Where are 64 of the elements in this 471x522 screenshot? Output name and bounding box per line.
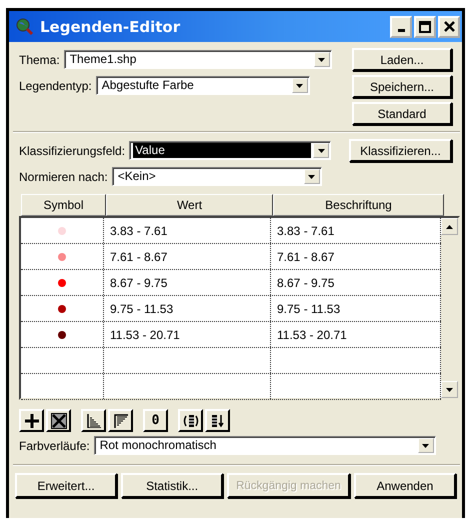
legend-type-dropdown[interactable]: Abgestufte Farbe bbox=[96, 76, 310, 95]
classify-button[interactable]: Klassifizieren... bbox=[349, 139, 452, 162]
normalize-dropdown[interactable]: <Kein> bbox=[112, 167, 322, 186]
symbol-dot-icon bbox=[58, 330, 66, 338]
zero-button[interactable]: 0 bbox=[143, 409, 168, 432]
maximize-button[interactable] bbox=[414, 16, 436, 38]
color-ramp-dropdown[interactable]: Rot monochromatisch bbox=[94, 436, 436, 455]
table-cell: 9.75 - 11.53 bbox=[277, 302, 340, 316]
scrollbar[interactable] bbox=[441, 218, 458, 398]
table-cell: 7.61 - 8.67 bbox=[277, 250, 334, 264]
side-button[interactable]: Speichern... bbox=[352, 75, 452, 98]
table-cell: 7.61 - 8.67 bbox=[110, 250, 168, 264]
close-button[interactable] bbox=[438, 16, 460, 38]
symbol-dot-icon bbox=[58, 304, 66, 312]
sort-descending-button[interactable] bbox=[108, 409, 133, 432]
symbol-dot-icon bbox=[58, 252, 66, 260]
table-cell: 11.53 - 20.71 bbox=[110, 328, 180, 342]
close-icon bbox=[444, 21, 454, 32]
dropdown-arrow-icon bbox=[318, 58, 326, 62]
hatched-x-icon bbox=[50, 412, 66, 428]
minimize-button[interactable] bbox=[390, 16, 412, 38]
table-cell: 3.83 - 7.61 bbox=[110, 224, 168, 238]
table-cell: 11.53 - 20.71 bbox=[277, 328, 347, 342]
dialog-button[interactable]: Statistik... bbox=[121, 473, 224, 498]
symbol-dot-icon bbox=[58, 278, 66, 286]
minimize-icon bbox=[398, 29, 404, 32]
field-label: Normieren nach: bbox=[19, 170, 108, 184]
side-button[interactable]: Standard bbox=[352, 102, 452, 125]
dropdown-arrow-icon bbox=[422, 444, 430, 448]
reverse-button[interactable] bbox=[178, 409, 203, 432]
theme-dropdown[interactable]: Theme1.shp bbox=[64, 50, 332, 69]
table-cell: 8.67 - 9.75 bbox=[277, 276, 334, 290]
side-button[interactable]: Laden... bbox=[352, 48, 452, 71]
plus-icon bbox=[24, 414, 38, 428]
window-title: Legenden-Editor bbox=[40, 18, 182, 36]
field-label: Legendentyp: bbox=[19, 78, 92, 92]
field-sort-icon bbox=[210, 414, 224, 428]
symbol-dot-icon bbox=[58, 226, 66, 234]
dropdown-arrow-icon bbox=[308, 174, 316, 178]
column-header[interactable]: Wert bbox=[106, 194, 273, 216]
ascending-bars-icon bbox=[86, 414, 100, 428]
scroll-up-icon bbox=[446, 224, 453, 228]
sort-field-button[interactable] bbox=[205, 409, 230, 432]
descending-bars-icon bbox=[114, 414, 128, 428]
column-header[interactable]: Beschriftung bbox=[273, 194, 444, 216]
table-cell: 3.83 - 7.61 bbox=[277, 224, 334, 238]
dropdown-arrow-icon bbox=[318, 148, 325, 152]
dialog-button[interactable]: Erweitert... bbox=[15, 473, 118, 498]
globe-magnifier-icon bbox=[16, 18, 34, 36]
field-label: Thema: bbox=[19, 52, 60, 66]
field-label: Farbverläufe: bbox=[19, 438, 90, 452]
reverse-order-icon bbox=[182, 414, 200, 428]
scroll-down-icon bbox=[446, 388, 453, 392]
dropdown-arrow-icon bbox=[296, 84, 304, 88]
column-header[interactable]: Symbol bbox=[21, 194, 106, 216]
maximize-icon bbox=[419, 20, 431, 32]
field-label: Klassifizierungsfeld: bbox=[19, 144, 126, 158]
sort-ascending-button[interactable] bbox=[81, 409, 106, 432]
table-cell: 9.75 - 11.53 bbox=[110, 302, 174, 316]
delete-button[interactable] bbox=[46, 409, 71, 432]
add-button[interactable] bbox=[19, 409, 44, 432]
classification-field-dropdown[interactable]: Value bbox=[129, 141, 332, 160]
dialog-button[interactable]: Anwenden bbox=[354, 473, 456, 498]
table-cell: 8.67 - 9.75 bbox=[110, 276, 168, 290]
